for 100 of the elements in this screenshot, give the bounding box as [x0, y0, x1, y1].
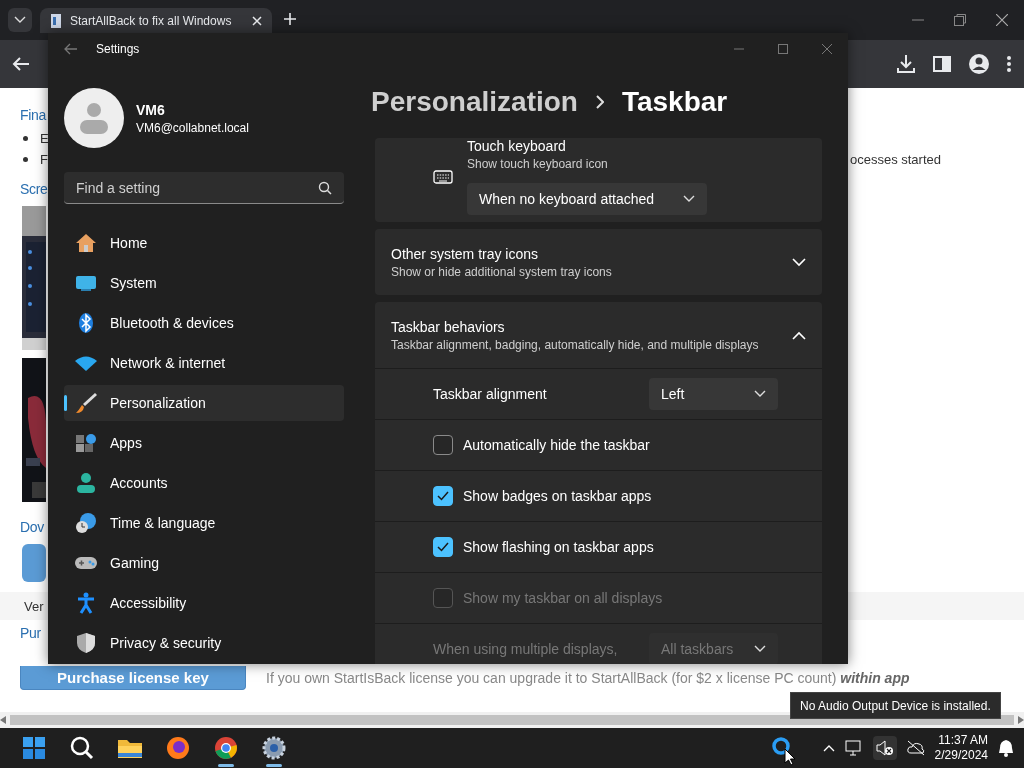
cloud-off-icon	[906, 740, 925, 756]
search-icon	[70, 736, 94, 760]
chevron-down-icon	[792, 257, 806, 267]
person-silhouette-icon	[79, 102, 109, 134]
gamepad-icon	[74, 555, 98, 571]
chevron-down-icon	[754, 645, 766, 653]
search-icon	[318, 181, 332, 195]
clock-time: 11:37 AM	[938, 733, 988, 748]
section-heading: Scre	[20, 180, 48, 199]
chevron-down-icon	[14, 16, 26, 24]
bell-icon	[998, 739, 1014, 757]
clock-date: 2/29/2024	[934, 748, 988, 763]
breadcrumb-link[interactable]: Personalization	[371, 85, 578, 118]
page-title: Taskbar	[621, 85, 728, 118]
house-icon	[75, 233, 97, 253]
user-email: VM6@collabnet.local	[136, 120, 249, 135]
person-icon	[76, 472, 96, 494]
horizontal-scrollbar[interactable]	[0, 712, 1024, 728]
more-icon	[1006, 55, 1012, 73]
wifi-icon	[74, 355, 98, 371]
plus-icon	[284, 13, 296, 25]
document-icon	[50, 12, 62, 29]
setting-label: Taskbar alignment	[433, 386, 547, 402]
bluetooth-icon	[78, 312, 94, 334]
checkbox[interactable]	[433, 435, 453, 455]
back-arrow-icon	[64, 43, 78, 55]
list-item: F	[40, 152, 48, 167]
section-heading: Fina	[20, 106, 47, 125]
checkbox-label: Show flashing on taskbar apps	[463, 539, 654, 555]
nav-item[interactable]: Home	[64, 225, 344, 261]
tab-list-button[interactable]	[8, 8, 32, 32]
close-icon	[822, 44, 832, 54]
checkbox[interactable]	[433, 486, 453, 506]
download-icon	[896, 54, 916, 74]
setting-description: Show touch keyboard icon	[467, 157, 609, 171]
chevron-up-icon	[822, 744, 835, 752]
setting-title: Other system tray icons	[391, 245, 540, 262]
list-item: E	[40, 131, 49, 146]
profile-icon	[968, 53, 990, 75]
download-button[interactable]	[22, 544, 46, 582]
keyboard-icon	[433, 169, 453, 184]
brush-icon	[75, 392, 97, 414]
dropdown[interactable]: Left	[649, 378, 778, 410]
checkbox-label: Automatically hide the taskbar	[463, 437, 650, 453]
accessibility-icon	[76, 592, 96, 614]
setting-label: When using multiple displays,	[433, 641, 618, 657]
setting-title: Taskbar behaviors	[391, 318, 506, 335]
nav-item[interactable]: Network & internet	[64, 345, 344, 381]
side-panel-icon	[932, 54, 952, 74]
ring-icon	[770, 736, 791, 756]
nav-item[interactable]: Time & language	[64, 505, 344, 541]
chevron-up-icon	[792, 330, 806, 340]
dropdown[interactable]: When no keyboard attached	[467, 183, 707, 215]
nav-item[interactable]: Privacy & security	[64, 625, 344, 661]
setting-title: Touch keyboard	[467, 138, 567, 154]
maximize-icon	[778, 44, 788, 54]
nav-item[interactable]: Apps	[64, 425, 344, 461]
chevron-down-icon	[754, 390, 766, 398]
expander-header[interactable]: Taskbar behaviors Taskbar alignment, badging, automatically hide, and multiple displays	[375, 302, 822, 368]
section-heading: Pur	[20, 624, 41, 643]
checkmark-icon	[437, 491, 449, 501]
setting-description: Taskbar alignment, badging, automatically hide, and multiple displays	[391, 337, 759, 352]
close-icon	[252, 15, 262, 26]
start-icon	[23, 737, 45, 759]
setting-description: Show or hide additional system tray icons	[391, 264, 612, 279]
search-field[interactable]: Find a setting	[64, 172, 344, 204]
expander-header[interactable]: Other system tray icons Show or hide additional system tray icons	[375, 229, 822, 295]
checkmark-icon	[437, 542, 449, 552]
chrome-icon	[214, 736, 238, 760]
nav-item[interactable]: Bluetooth & devices	[64, 305, 344, 341]
user-name: VM6	[136, 101, 166, 118]
window-title: Settings	[96, 42, 140, 56]
pointer-icon	[784, 748, 796, 766]
chevron-down-icon	[683, 195, 695, 203]
monitor-icon	[75, 274, 97, 292]
scroll-right-icon	[1018, 716, 1024, 724]
firefox-icon	[166, 736, 190, 760]
checkbox-label: Show badges on taskbar apps	[463, 488, 652, 504]
speaker-muted-icon	[875, 740, 894, 756]
tooltip: No Audio Output Device is installed.	[790, 692, 1001, 719]
checkbox-label: Show my taskbar on all displays	[463, 590, 663, 606]
browser-tab[interactable]: StartAllBack to fix all Windows	[40, 8, 272, 33]
back-arrow-icon	[12, 56, 30, 72]
chevron-right-icon	[595, 94, 604, 109]
shield-icon	[76, 632, 96, 654]
nav-item[interactable]: Accounts	[64, 465, 344, 501]
list-item-text: ocesses started	[849, 152, 941, 167]
nav-item[interactable]: Personalization	[64, 385, 344, 421]
close-icon	[996, 14, 1008, 26]
checkbox[interactable]	[433, 537, 453, 557]
restore-icon	[954, 14, 966, 26]
nav-item[interactable]: Gaming	[64, 545, 344, 581]
globe-clock-icon	[75, 512, 97, 534]
apps-icon	[75, 433, 97, 453]
section-heading: Dov	[20, 518, 44, 537]
scroll-left-icon	[0, 716, 6, 724]
purchase-note: If you own StartIsBack license you can upgrade it to StartAllBack (for $2 x license PC count) within app	[266, 670, 910, 688]
gear-icon	[262, 736, 286, 760]
folder-icon	[117, 737, 143, 759]
nav-item[interactable]: System	[64, 265, 344, 301]
